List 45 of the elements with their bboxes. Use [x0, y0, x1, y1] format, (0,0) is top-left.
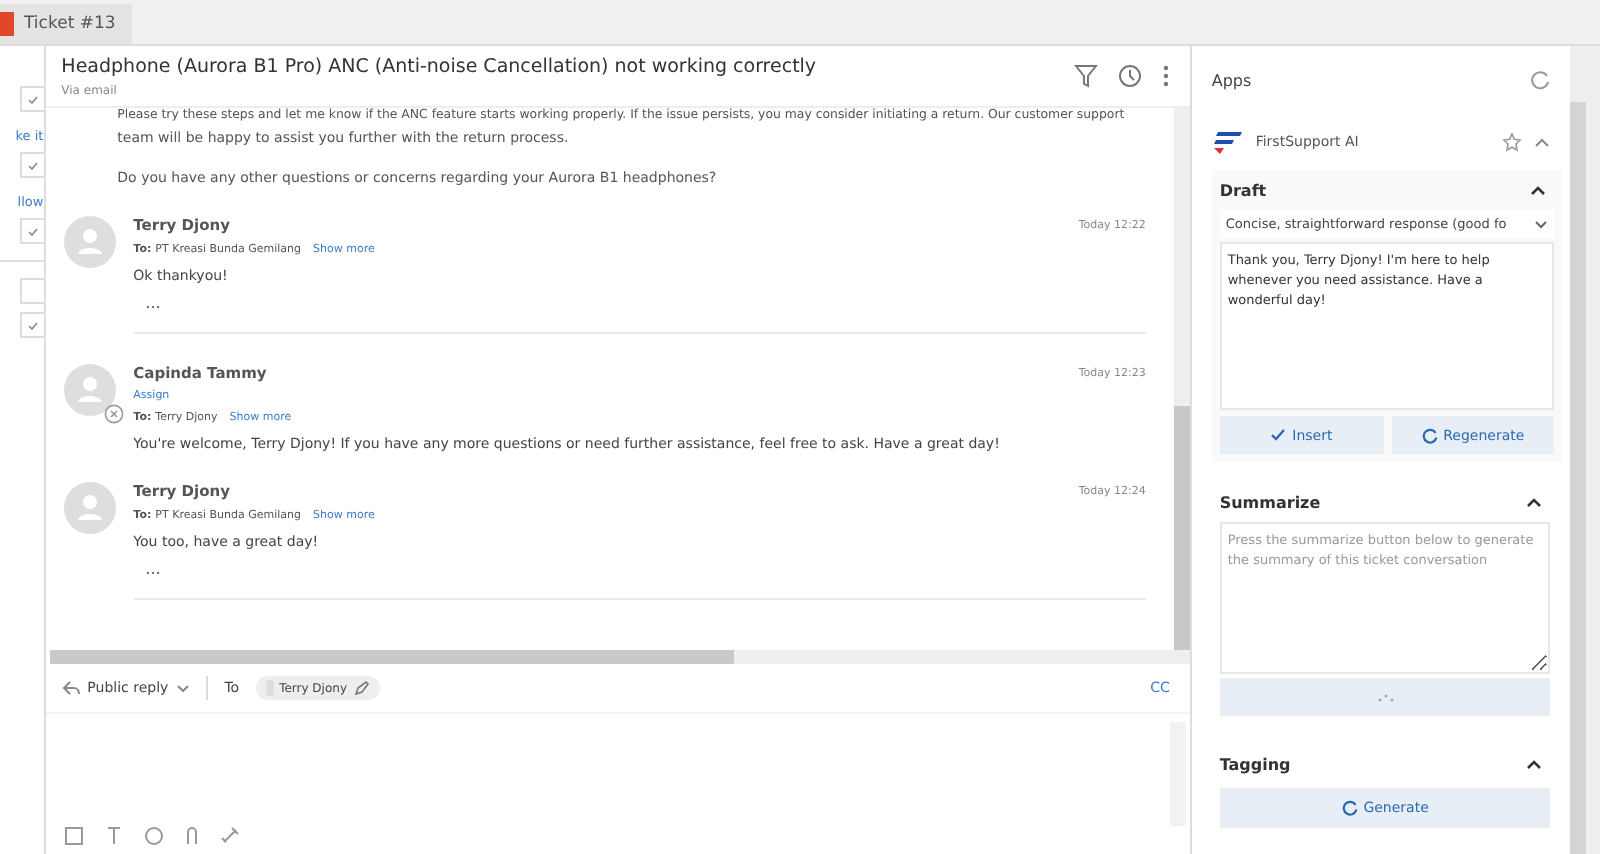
vertical-scrollbar[interactable] — [1173, 108, 1190, 650]
agent-badge-icon — [103, 404, 124, 424]
refresh-icon — [1341, 800, 1358, 816]
checkbox[interactable] — [19, 152, 44, 178]
text-format-icon[interactable] — [103, 826, 124, 846]
expand-quoted-button[interactable]: ... — [145, 296, 161, 312]
horizontal-scrollbar[interactable] — [49, 650, 1190, 664]
app-logo-icon — [0, 12, 14, 36]
emoji-icon[interactable] — [143, 826, 164, 846]
refresh-icon — [1421, 427, 1438, 443]
section-title: Summarize — [1219, 493, 1321, 511]
history-icon[interactable] — [1117, 64, 1142, 88]
chevron-down-icon — [176, 683, 191, 693]
avatar-icon — [63, 216, 116, 268]
avatar-icon — [63, 364, 116, 416]
section-title: Draft — [1219, 181, 1267, 199]
vertical-scrollbar[interactable] — [1570, 46, 1600, 854]
ticket-tab[interactable]: Ticket #13 — [0, 4, 132, 44]
checkbox[interactable] — [19, 278, 44, 304]
more-icon[interactable] — [1161, 64, 1170, 88]
avatar-icon — [63, 482, 116, 534]
checkbox[interactable] — [19, 86, 44, 112]
check-icon — [27, 161, 38, 169]
check-icon — [27, 95, 38, 103]
checkbox[interactable] — [19, 312, 44, 338]
check-icon — [1270, 428, 1287, 442]
reply-icon — [61, 680, 80, 696]
pin-icon[interactable] — [1502, 132, 1523, 152]
check-icon — [27, 227, 38, 235]
refresh-icon[interactable] — [1530, 70, 1551, 90]
filter-icon[interactable] — [1073, 64, 1098, 88]
collapse-icon[interactable] — [1526, 758, 1543, 770]
attachment-icon[interactable] — [183, 826, 200, 846]
check-icon — [27, 321, 38, 329]
ticket-title: Headphone (Aurora B1 Pro) ANC (Anti-noise Cancellation) not working correctly — [61, 55, 817, 77]
chevron-down-icon — [1534, 219, 1549, 229]
app-logo-icon — [1211, 130, 1244, 154]
checkbox[interactable] — [19, 218, 44, 244]
section-title: Tagging — [1219, 755, 1291, 773]
collapse-icon[interactable] — [1526, 496, 1543, 508]
apps-title: Apps — [1211, 71, 1252, 89]
collapse-icon[interactable] — [1530, 184, 1547, 196]
expand-quoted-button[interactable]: ... — [145, 562, 161, 578]
pencil-icon — [353, 680, 369, 696]
spinner-icon — [1375, 693, 1396, 701]
